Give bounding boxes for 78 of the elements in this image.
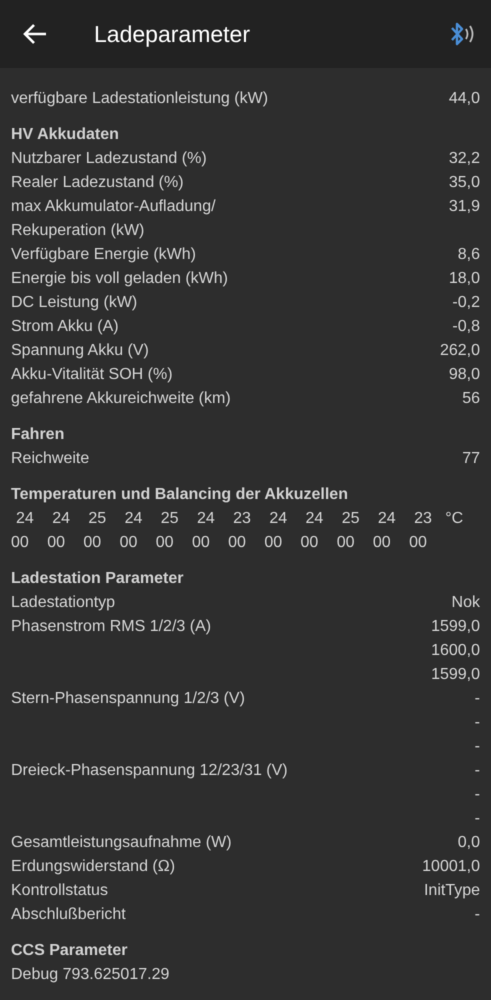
cell-temperature: 24 <box>376 509 397 529</box>
parameter-value: 56 <box>462 389 480 409</box>
cell-balancing: 00 <box>264 533 284 553</box>
parameter-value: 31,9 <box>448 197 480 217</box>
cell-balancing: 00 <box>300 533 320 553</box>
cell-balancing: 00 <box>409 533 428 553</box>
parameter-label: Abschlußbericht <box>11 905 126 925</box>
parameter-label: Akku-Vitalität SOH (%) <box>11 365 173 385</box>
parameter-value: - <box>474 785 480 805</box>
parameter-value: 1599,0 <box>431 665 480 685</box>
parameter-value: 10001,0 <box>422 857 480 877</box>
parameter-label: Nutzbarer Ladezustand (%) <box>11 149 207 169</box>
parameter-label: Dreieck-Phasenspannung 12/23/31 (V) <box>11 761 288 781</box>
cell-temperature: 25 <box>160 509 180 529</box>
parameter-label: Ladestationtyp <box>11 593 116 613</box>
parameter-label: Gesamtleistungsaufnahme (W) <box>11 833 232 853</box>
parameter-label: Stern-Phasenspannung 1/2/3 (V) <box>11 689 245 709</box>
parameter-value: -0,2 <box>452 293 480 313</box>
parameter-value: 98,0 <box>448 365 480 385</box>
parameter-value: Nok <box>452 593 480 613</box>
parameter-value: - <box>474 761 480 781</box>
parameter-label: Verfügbare Energie (kWh) <box>11 245 196 265</box>
cell-temperature: 23 <box>413 509 433 529</box>
parameter-value: InitType <box>424 881 480 901</box>
cell-balancing: 00 <box>372 533 392 553</box>
parameter-label: Reichweite <box>11 449 90 469</box>
parameter-label: Strom Akku (A) <box>11 317 119 337</box>
section-heading: Fahren <box>11 425 66 445</box>
cell-temperature: 25 <box>340 509 360 529</box>
cell-temperature: 24 <box>268 509 288 529</box>
cell-balancing: 00 <box>11 533 30 553</box>
cell-balancing: 00 <box>120 533 138 553</box>
debug-text: Debug 793.625017.29 <box>11 965 170 985</box>
cell-temperature: 24 <box>15 509 35 529</box>
parameter-label: verfügbare Ladestationleistung (kW) <box>11 89 268 109</box>
parameter-label: DC Leistung (kW) <box>11 293 138 313</box>
parameter-value: 44,0 <box>448 89 480 109</box>
parameter-label: max Akkumulator-Aufladung/ Rekuperation (kW) <box>11 197 217 241</box>
cell-temperature: 25 <box>87 509 108 529</box>
parameter-value: 35,0 <box>448 173 480 193</box>
cell-balancing: 00 <box>47 533 66 553</box>
cell-balancing: 00 <box>192 533 211 553</box>
section-heading: CCS Parameter <box>11 941 128 961</box>
parameter-value: - <box>474 737 480 757</box>
parameter-value: 77 <box>462 449 480 469</box>
parameter-label: Phasenstrom RMS 1/2/3 (A) <box>11 617 212 637</box>
cell-balancing: 00 <box>83 533 102 553</box>
parameter-label: Erdungswiderstand (Ω) <box>11 857 176 877</box>
parameter-value: 0,0 <box>458 833 480 853</box>
parameter-value: -0,8 <box>452 317 480 337</box>
cell-balancing: 00 <box>156 533 175 553</box>
parameter-value: - <box>474 905 480 925</box>
parameter-value: - <box>474 809 480 829</box>
cell-temperature: 24 <box>304 509 324 529</box>
parameter-value: 1599,0 <box>431 617 480 637</box>
section-heading: Temperaturen und Balancing der Akkuzellen <box>11 485 349 505</box>
parameter-label: gefahrene Akkureichweite (km) <box>11 389 231 409</box>
parameter-label: Kontrollstatus <box>11 881 108 901</box>
parameter-value: - <box>474 689 480 709</box>
parameter-value: 8,6 <box>458 245 480 265</box>
parameter-value: 1600,0 <box>431 641 480 661</box>
parameter-value: - <box>474 713 480 733</box>
screen-title: Ladeparameter <box>94 20 251 48</box>
cell-temperature: 24 <box>196 509 216 529</box>
cell-balancing: 00 <box>336 533 356 553</box>
unit-label: °C <box>445 509 464 529</box>
section-heading: HV Akkudaten <box>11 125 120 145</box>
parameter-value: 32,2 <box>448 149 480 169</box>
cell-temperature: 24 <box>51 509 71 529</box>
parameter-value: 262,0 <box>440 341 480 361</box>
parameter-label: Energie bis voll geladen (kWh) <box>11 269 228 289</box>
parameter-value: 18,0 <box>448 269 480 289</box>
cell-temperature: 24 <box>124 509 144 529</box>
cell-balancing: 00 <box>228 533 247 553</box>
parameter-label: Realer Ladezustand (%) <box>11 173 184 193</box>
parameter-label: Spannung Akku (V) <box>11 341 149 361</box>
cell-temperature: 23 <box>232 509 252 529</box>
section-heading: Ladestation Parameter <box>11 569 185 589</box>
